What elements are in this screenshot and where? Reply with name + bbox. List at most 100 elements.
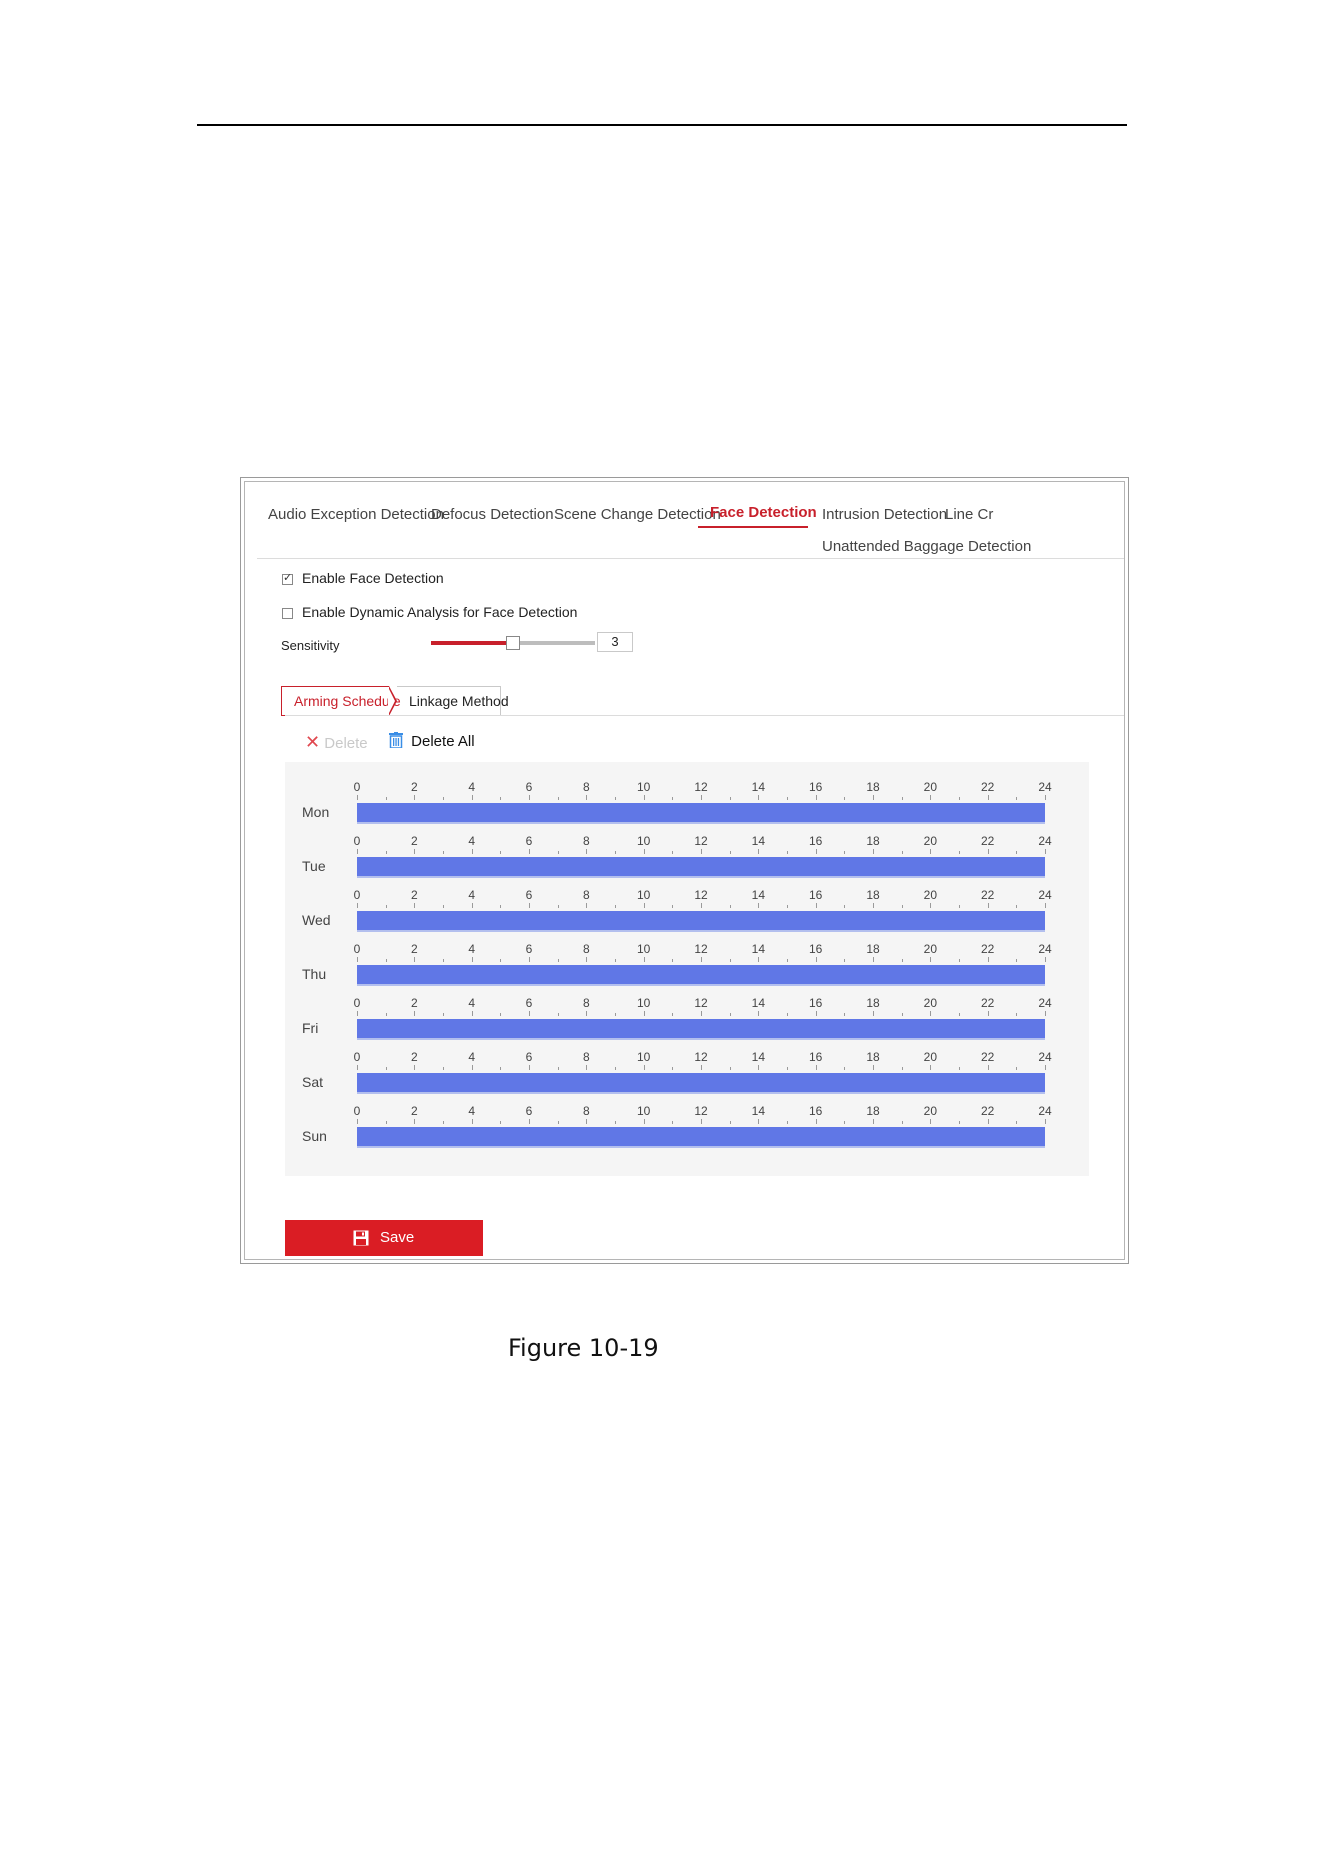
hour-tick-mark (701, 849, 702, 854)
hour-tick-mark (357, 957, 358, 962)
sensitivity-slider[interactable] (431, 636, 595, 650)
tab-intrusion-detection[interactable]: Intrusion Detection (822, 506, 947, 523)
hour-tick-mark (357, 903, 358, 908)
hour-tick-mark (385, 905, 387, 908)
hour-tick-label: 12 (694, 780, 708, 794)
hour-tick-mark (500, 851, 502, 854)
hour-tick-mark (787, 851, 788, 854)
delete-button[interactable]: ✕ Delete (305, 732, 368, 753)
hour-tick-label: 18 (866, 942, 880, 956)
subtab-linkage-method[interactable]: Linkage Method (397, 686, 509, 716)
hour-tick-mark (500, 797, 502, 800)
hour-tick-label: 2 (410, 1050, 418, 1064)
hour-tick-mark (500, 1013, 502, 1016)
hour-tick-mark (615, 1067, 616, 1070)
hour-tick-label: 24 (1038, 834, 1052, 848)
hour-tick-label: 22 (980, 780, 995, 794)
hour-tick-mark (901, 797, 903, 800)
hour-tick-label: 12 (694, 888, 708, 902)
hour-tick-mark (443, 1121, 444, 1124)
hour-tick-mark (901, 1013, 903, 1016)
hour-tick-mark (701, 903, 702, 908)
screenshot-frame: Audio Exception Detection Defocus Detect… (240, 477, 1129, 1264)
hour-tick-mark (586, 1065, 588, 1070)
schedule-bar-mon[interactable] (357, 803, 1045, 824)
hour-tick-mark (471, 795, 473, 800)
schedule-bar-sun[interactable] (357, 1127, 1045, 1148)
schedule-bar-fri[interactable] (357, 1019, 1045, 1040)
hour-tick-mark (471, 849, 473, 854)
face-detection-settings-panel: Audio Exception Detection Defocus Detect… (244, 481, 1125, 1260)
hour-tick-label: 2 (410, 996, 418, 1010)
subtab-arming-schedule[interactable]: Arming Schedule (281, 686, 401, 716)
hour-tick-mark (1016, 1013, 1018, 1016)
tab-line-crossing-detection[interactable]: Line Cr (945, 506, 993, 523)
hour-tick-mark (873, 1011, 874, 1016)
hour-tick-mark (930, 1119, 932, 1124)
hour-tick-mark (672, 851, 674, 854)
enable-dynamic-analysis-checkbox[interactable] (282, 608, 293, 619)
hour-tick-mark (758, 849, 760, 854)
hour-tick-mark (758, 903, 760, 908)
hour-tick-mark (385, 797, 387, 800)
hour-tick-mark (586, 795, 588, 800)
hour-tick-label: 12 (694, 942, 708, 956)
sensitivity-value-field[interactable]: 3 (597, 632, 633, 652)
active-tab-underline (698, 526, 808, 528)
hour-tick-mark (959, 1067, 960, 1070)
hour-tick-mark (873, 903, 874, 908)
hour-tick-mark (1016, 851, 1018, 854)
hour-tick-mark (729, 851, 731, 854)
hour-tick-label: 22 (980, 834, 995, 848)
hour-tick-mark (758, 957, 760, 962)
tab-face-detection[interactable]: Face Detection (710, 504, 817, 521)
hour-tick-mark (844, 851, 846, 854)
tab-scene-change-detection[interactable]: Scene Change Detection (554, 506, 721, 523)
hour-tick-label: 22 (980, 942, 995, 956)
hour-tick-label: 18 (866, 1104, 880, 1118)
schedule-bar-sat[interactable] (357, 1073, 1045, 1094)
tab-unattended-baggage-detection[interactable]: Unattended Baggage Detection (822, 538, 1031, 555)
hour-tick-label: 20 (923, 942, 938, 956)
hour-tick-mark (844, 959, 846, 962)
save-button[interactable]: Save (285, 1220, 483, 1256)
schedule-bar-tue[interactable] (357, 857, 1045, 878)
hour-tick-mark (729, 797, 731, 800)
hour-tick-mark (615, 797, 616, 800)
hour-tick-mark (701, 795, 702, 800)
hour-tick-mark (815, 849, 817, 854)
hour-tick-label: 16 (808, 834, 823, 848)
sensitivity-slider-thumb[interactable] (506, 636, 520, 650)
hour-tick-label: 14 (751, 888, 766, 902)
hour-tick-label: 20 (923, 834, 938, 848)
hour-tick-mark (987, 1011, 989, 1016)
hour-tick-label: 0 (353, 1104, 361, 1118)
enable-face-detection-label: Enable Face Detection (302, 570, 444, 586)
hour-tick-label: 12 (694, 996, 708, 1010)
tab-defocus-detection[interactable]: Defocus Detection (431, 506, 554, 523)
hour-tick-mark (787, 1013, 788, 1016)
hour-tick-mark (873, 849, 874, 854)
hour-tick-mark (901, 1067, 903, 1070)
delete-all-button[interactable]: Delete All (389, 732, 475, 750)
hour-tick-label: 2 (410, 834, 418, 848)
hour-tick-label: 0 (353, 996, 361, 1010)
hour-tick-mark (615, 959, 616, 962)
hour-tick-mark (557, 905, 559, 908)
day-label-thu: Thu (302, 966, 327, 982)
tab-audio-exception-detection[interactable]: Audio Exception Detection (268, 506, 444, 523)
hour-tick-mark (701, 1011, 702, 1016)
hour-tick-mark (815, 957, 817, 962)
hour-tick-label: 20 (923, 888, 938, 902)
schedule-bar-thu[interactable] (357, 965, 1045, 986)
hour-tick-mark (1045, 1065, 1046, 1070)
hour-tick-label: 24 (1038, 780, 1052, 794)
hour-tick-mark (414, 1119, 416, 1124)
hour-tick-label: 8 (582, 1104, 590, 1118)
hour-tick-mark (557, 851, 559, 854)
hour-tick-mark (672, 959, 674, 962)
hour-tick-mark (385, 851, 387, 854)
enable-face-detection-checkbox[interactable]: ✓ (282, 572, 293, 585)
hour-tick-label: 20 (923, 1050, 938, 1064)
schedule-bar-wed[interactable] (357, 911, 1045, 932)
